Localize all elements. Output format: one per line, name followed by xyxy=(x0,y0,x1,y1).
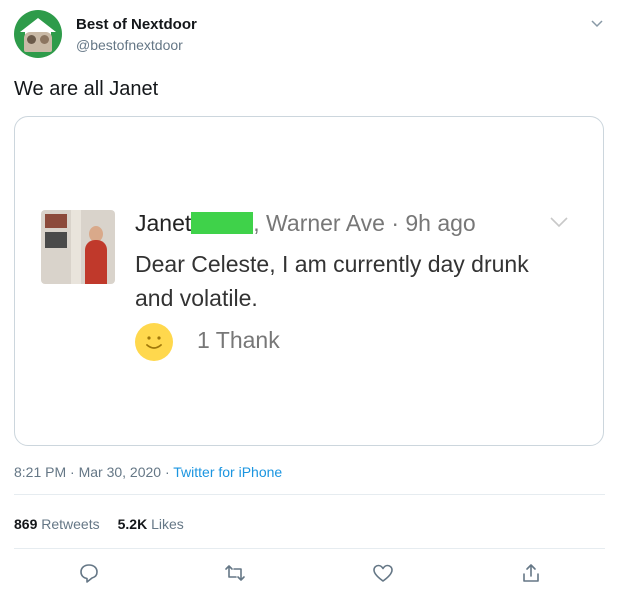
post-avatar-photo xyxy=(41,210,115,284)
tweet-header: Best of Nextdoor @bestofnextdoor xyxy=(14,10,605,62)
post-body: Dear Celeste, I am currently day drunk a… xyxy=(135,251,529,311)
post-header: Janet , Warner Ave · 9h ago xyxy=(135,210,476,237)
divider xyxy=(14,494,605,495)
divider xyxy=(14,548,605,549)
embedded-screenshot[interactable]: Janet , Warner Ave · 9h ago Dear Celeste,… xyxy=(14,116,604,446)
avatar-photo xyxy=(24,32,52,52)
avatar[interactable] xyxy=(14,10,62,58)
author-handle[interactable]: @bestofnextdoor xyxy=(76,37,183,53)
reply-icon[interactable] xyxy=(78,562,100,584)
post-author-name: Janet xyxy=(135,210,192,236)
author-name[interactable]: Best of Nextdoor xyxy=(76,16,197,33)
tweet-source-link[interactable]: Twitter for iPhone xyxy=(173,464,282,480)
thanks-count: 1 Thank xyxy=(197,327,280,353)
retweets-stat[interactable]: 869 Retweets xyxy=(14,516,100,532)
tweet-text: We are all Janet xyxy=(14,78,159,100)
action-bar xyxy=(0,562,619,590)
chevron-down-icon[interactable] xyxy=(589,16,605,32)
heart-icon[interactable] xyxy=(372,562,394,584)
post-chevron-down-icon xyxy=(550,217,568,228)
retweet-icon[interactable] xyxy=(224,562,246,584)
share-icon[interactable] xyxy=(520,562,542,584)
time-date[interactable]: 8:21 PM · Mar 30, 2020 · xyxy=(14,464,173,480)
tweet-timestamp: 8:21 PM · Mar 30, 2020 · Twitter for iPh… xyxy=(14,464,282,480)
post-location-time: , Warner Ave · 9h ago xyxy=(253,210,476,236)
smiley-icon xyxy=(135,323,173,361)
redaction-block xyxy=(191,212,254,234)
likes-stat[interactable]: 5.2K Likes xyxy=(118,516,184,532)
tweet-stats: 869 Retweets 5.2K Likes xyxy=(14,516,184,532)
